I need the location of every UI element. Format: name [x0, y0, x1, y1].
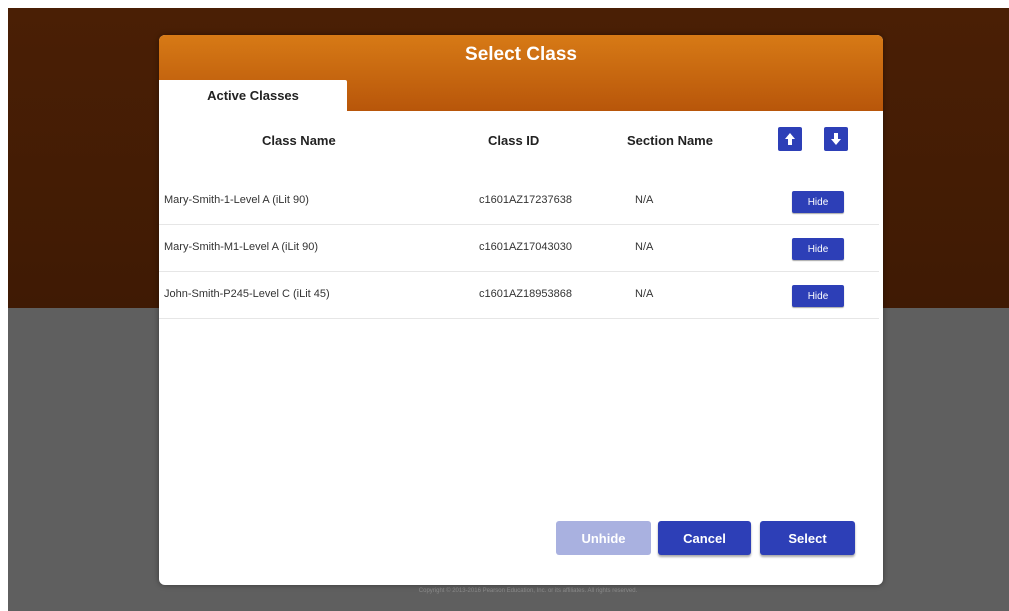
- dialog-header: Select Class Active Classes: [159, 35, 883, 111]
- table-row[interactable]: Mary-Smith-M1-Level A (iLit 90) c1601AZ1…: [159, 224, 879, 272]
- class-name-cell: Mary-Smith-1-Level A (iLit 90): [164, 194, 309, 206]
- class-id-cell: c1601AZ17043030: [479, 241, 572, 253]
- class-name-cell: John-Smith-P245-Level C (iLit 45): [164, 288, 330, 300]
- column-header-class-name: Class Name: [262, 133, 336, 148]
- class-name-cell: Mary-Smith-M1-Level A (iLit 90): [164, 241, 319, 253]
- arrow-up-icon: [785, 133, 795, 145]
- unhide-button[interactable]: Unhide: [556, 521, 651, 555]
- column-header-section-name: Section Name: [627, 133, 713, 148]
- section-name-cell: N/A: [635, 241, 654, 253]
- class-id-cell: c1601AZ18953868: [479, 288, 572, 300]
- dialog-title: Select Class: [465, 44, 577, 65]
- hide-button[interactable]: Hide: [792, 238, 844, 260]
- class-id-cell: c1601AZ17237638: [479, 194, 572, 206]
- column-header-class-id: Class ID: [488, 133, 540, 148]
- move-down-button[interactable]: [824, 127, 848, 151]
- select-button[interactable]: Select: [760, 521, 855, 555]
- hide-button[interactable]: Hide: [792, 285, 844, 307]
- arrow-down-icon: [831, 133, 841, 145]
- tab-active-classes[interactable]: Active Classes: [159, 80, 347, 111]
- hide-button[interactable]: Hide: [792, 191, 844, 213]
- section-name-cell: N/A: [635, 194, 654, 206]
- table-row[interactable]: John-Smith-P245-Level C (iLit 45) c1601A…: [159, 271, 879, 319]
- select-class-dialog: Select Class Active Classes Class Name C…: [159, 35, 883, 585]
- move-up-button[interactable]: [778, 127, 802, 151]
- table-row[interactable]: Mary-Smith-1-Level A (iLit 90) c1601AZ17…: [159, 177, 879, 225]
- cancel-button[interactable]: Cancel: [658, 521, 751, 555]
- section-name-cell: N/A: [635, 288, 654, 300]
- copyright-text: Copyright © 2013-2016 Pearson Education,…: [418, 588, 638, 594]
